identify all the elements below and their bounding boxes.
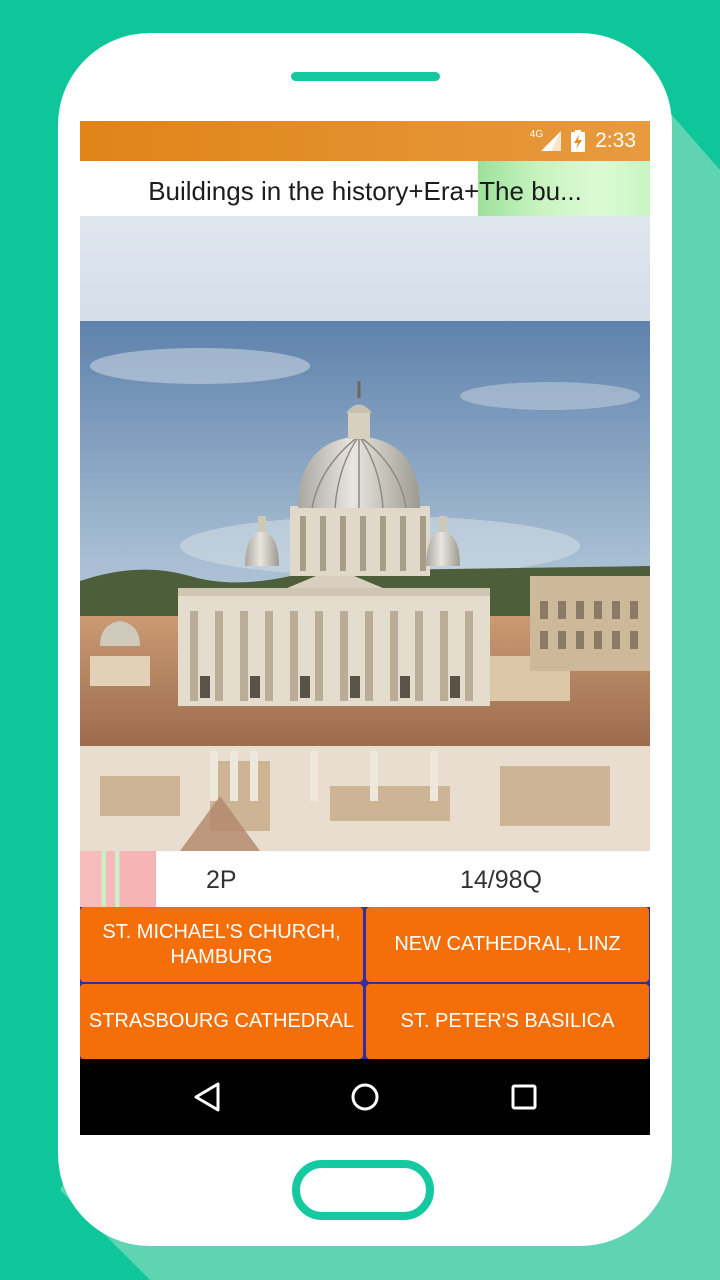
app-screen: 4G 2:33 Buildings in the history+Era+The…	[80, 121, 650, 1135]
answer-button-1[interactable]: ST. MICHAEL'S CHURCH, HAMBURG	[80, 907, 363, 982]
recent-apps-icon[interactable]	[510, 1083, 538, 1111]
network-type-label: 4G	[529, 128, 544, 140]
answer-grid: ST. MICHAEL'S CHURCH, HAMBURG NEW CATHED…	[80, 907, 650, 1059]
question-progress: 14/98Q	[460, 866, 543, 894]
lives-indicator	[80, 851, 156, 907]
answer-button-3[interactable]: STRASBOURG CATHEDRAL	[80, 984, 363, 1059]
title-bar: Buildings in the history+Era+The bu...	[80, 161, 650, 216]
phone-speaker	[291, 72, 440, 81]
navigation-bar	[80, 1059, 650, 1135]
battery-charging-icon	[571, 130, 586, 152]
clock: 2:33	[595, 129, 636, 152]
status-bar: 4G 2:33	[80, 121, 650, 161]
answer-button-4[interactable]: ST. PETER'S BASILICA	[366, 984, 649, 1059]
quiz-title: Buildings in the history+Era+The bu...	[148, 176, 582, 206]
answer-button-2[interactable]: NEW CATHEDRAL, LINZ	[366, 907, 649, 982]
score-bar: 2P 14/98Q	[80, 851, 650, 907]
phone-home-button	[292, 1160, 434, 1220]
question-photo	[80, 216, 650, 851]
score-label: 2P	[206, 866, 237, 894]
home-icon[interactable]	[350, 1081, 380, 1113]
basilica-photo	[80, 216, 650, 851]
back-icon[interactable]	[192, 1081, 222, 1113]
